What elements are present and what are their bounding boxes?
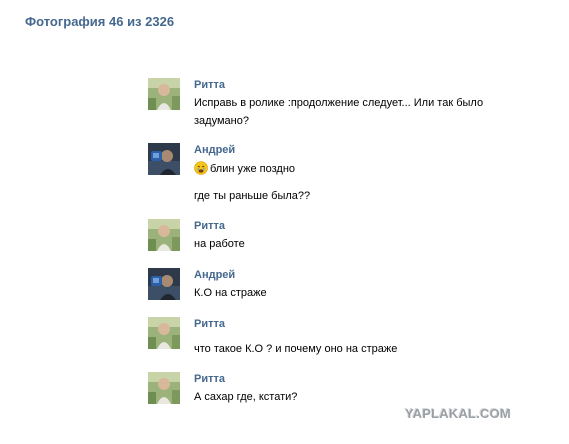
message-text: где ты раньше была?? — [194, 190, 311, 202]
message-author[interactable]: Андрей — [194, 143, 235, 157]
message-text-with-emoji: блин уже поздно — [194, 161, 295, 176]
message-text: задумано? — [194, 115, 249, 127]
avatar[interactable] — [148, 268, 180, 300]
message-text: А сахар где, кстати? — [194, 391, 298, 403]
avatar[interactable] — [148, 317, 180, 349]
message-text: К.О на страже — [194, 287, 267, 299]
message-author[interactable]: Ритта — [194, 317, 225, 331]
message-text: блин уже поздно — [210, 163, 296, 175]
message-author[interactable]: Ритта — [194, 78, 225, 92]
watermark: YAPLAKAL.COM — [405, 406, 511, 421]
message-text: на работе — [194, 238, 245, 250]
avatar[interactable] — [148, 372, 180, 404]
message-text: что такое К.О ? и почему оно на страже — [194, 343, 398, 355]
message-text: Исправь в ролике :продолжение следует...… — [194, 97, 484, 109]
message-author[interactable]: Ритта — [194, 219, 225, 233]
message-author[interactable]: Андрей — [194, 268, 235, 282]
avatar[interactable] — [148, 143, 180, 175]
photo-counter: Фотография 46 из 2326 — [25, 14, 175, 29]
sad-crying-face-emoji — [194, 161, 208, 175]
message-author[interactable]: Ритта — [194, 372, 225, 386]
avatar[interactable] — [148, 219, 180, 251]
avatar[interactable] — [148, 78, 180, 110]
